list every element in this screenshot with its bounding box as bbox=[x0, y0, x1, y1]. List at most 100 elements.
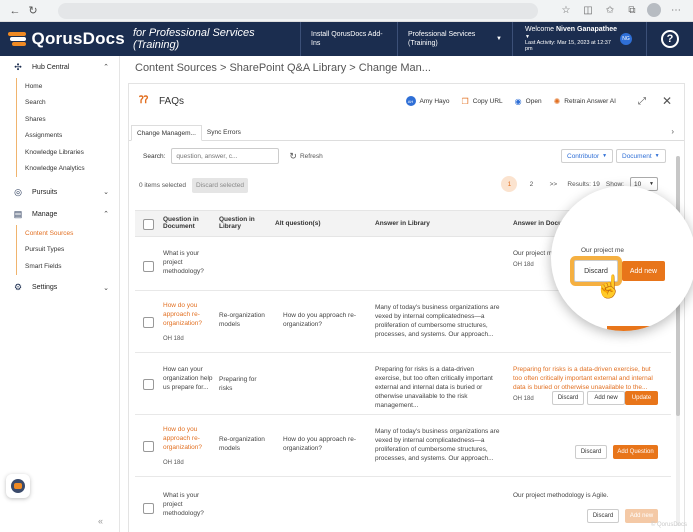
chevron-right-icon[interactable]: › bbox=[671, 127, 674, 136]
hand-cursor-icon: ☝ bbox=[595, 274, 623, 299]
sidebar-item-home[interactable]: Home bbox=[17, 78, 119, 95]
select-all-checkbox[interactable] bbox=[143, 219, 154, 230]
chevron-down-icon: ▼ bbox=[649, 181, 654, 187]
column-header[interactable]: Answer in Library bbox=[375, 220, 430, 227]
retrain-ai-button[interactable]: ✺ Retrain Answer AI bbox=[554, 97, 616, 106]
document-filter[interactable]: Document ▼ bbox=[616, 149, 666, 163]
sharepoint-icon: ◉ bbox=[514, 96, 522, 106]
sidebar-item-content-sources[interactable]: Content Sources bbox=[17, 225, 119, 242]
sidebar-item-search[interactable]: Search bbox=[17, 95, 119, 112]
address-bar[interactable] bbox=[58, 3, 538, 19]
results-count: Results: 19 bbox=[567, 180, 600, 188]
last-page-button[interactable]: >> bbox=[545, 176, 561, 192]
sidebar-item-knowledge-libraries[interactable]: Knowledge Libraries bbox=[17, 144, 119, 161]
sidebar-item-knowledge-analytics[interactable]: Knowledge Analytics bbox=[17, 161, 119, 178]
add-question-button[interactable]: Add Question bbox=[613, 445, 658, 459]
refresh-icon: ↻ bbox=[289, 150, 297, 161]
row-meta: OH 18d bbox=[163, 336, 184, 342]
alt-questions: How do you approach re-organization? bbox=[283, 312, 356, 328]
install-addins-link[interactable]: Install QorusDocs Add-Ins bbox=[301, 22, 397, 56]
split-screen-icon[interactable]: ◫ bbox=[581, 3, 595, 17]
row-checkbox[interactable] bbox=[143, 317, 154, 328]
more-icon[interactable]: ⋯ bbox=[669, 3, 683, 17]
sidebar-group-settings[interactable]: ⚙ Settings ⌄ bbox=[0, 277, 119, 299]
tab-bar: Change Managem... Sync Errors bbox=[129, 123, 684, 141]
table-row[interactable]: How do you approach re-organization? OH … bbox=[135, 415, 671, 477]
column-header[interactable]: Question in Library bbox=[219, 216, 269, 230]
refresh-label: Refresh bbox=[299, 152, 323, 160]
back-icon[interactable]: ← bbox=[6, 2, 24, 20]
copy-url-button[interactable]: ❐ Copy URL bbox=[462, 97, 503, 106]
sidebar-item-pursuit-types[interactable]: Pursuit Types bbox=[17, 242, 119, 259]
page-1-button[interactable]: 1 bbox=[501, 176, 518, 192]
retrain-label: Retrain Answer AI bbox=[564, 97, 616, 105]
discard-button[interactable]: Discard bbox=[587, 509, 619, 523]
sidebar-item-shares[interactable]: Shares bbox=[17, 111, 119, 128]
update-button[interactable]: Update bbox=[625, 391, 658, 405]
contributor-filter[interactable]: Contributor ▼ bbox=[561, 149, 614, 163]
expand-icon[interactable]: ⤢ bbox=[638, 96, 646, 107]
chevron-down-icon: ▼ bbox=[496, 35, 502, 42]
refresh-button[interactable]: ↻ Refresh bbox=[289, 151, 322, 162]
sidebar-item-assignments[interactable]: Assignments bbox=[17, 128, 119, 145]
logo-subtitle: for Professional Services (Training) bbox=[132, 27, 255, 51]
last-activity: Last Activity: Mar 15, 2023 at 12:37 pm bbox=[525, 40, 611, 52]
table-row[interactable]: How can your organization help us prepar… bbox=[135, 353, 671, 415]
workspace-selector[interactable]: Professional Services (Training) ▼ bbox=[398, 22, 512, 56]
page-2-button[interactable]: 2 bbox=[523, 176, 539, 192]
hub-central-submenu: Home Search Shares Assignments Knowledge… bbox=[16, 78, 119, 177]
sidebar-group-hub-central[interactable]: ✣ Hub Central ⌃ bbox=[0, 56, 119, 78]
favorites-list-icon[interactable]: ✩ bbox=[603, 3, 617, 17]
hub-icon: ✣ bbox=[14, 61, 22, 72]
search-input[interactable] bbox=[171, 148, 280, 164]
sidebar-group-manage[interactable]: ▤ Manage ⌃ bbox=[0, 203, 119, 225]
question-in-library: Re-organization models bbox=[219, 312, 265, 328]
open-button[interactable]: ◉ Open bbox=[515, 97, 542, 106]
tab-sync-errors[interactable]: Sync Errors bbox=[202, 124, 246, 140]
row-checkbox[interactable] bbox=[143, 441, 154, 452]
discard-button[interactable]: Discard bbox=[575, 445, 607, 459]
discard-selected-button[interactable]: Discard selected bbox=[191, 177, 249, 193]
browser-profile-avatar[interactable] bbox=[647, 3, 661, 17]
table-row[interactable]: What is your project methodology? Our pr… bbox=[135, 477, 671, 532]
user-avatar[interactable]: NG bbox=[620, 33, 632, 45]
sidebar: ✣ Hub Central ⌃ Home Search Shares Assig… bbox=[0, 56, 120, 532]
sidebar-group-pursuits[interactable]: ◎ Pursuits ⌄ bbox=[0, 181, 119, 203]
zoom-callout: Our project me Discard Add new ☝ bbox=[551, 186, 693, 331]
column-header[interactable]: Question in Document bbox=[163, 216, 223, 230]
reload-icon[interactable]: ↻ bbox=[24, 2, 42, 20]
copy-icon: ❐ bbox=[461, 96, 469, 106]
alt-questions: How do you approach re-organization? bbox=[283, 436, 356, 452]
question-in-document: How can your organization help us prepar… bbox=[163, 366, 213, 391]
answer-in-document: Preparing for risks is a data-driven exe… bbox=[513, 366, 653, 391]
answer-in-library: Many of today's business organizations a… bbox=[375, 304, 500, 338]
collections-icon[interactable]: ⧉ bbox=[625, 3, 639, 17]
callout-add-new-button[interactable]: Add new bbox=[622, 261, 665, 281]
add-new-button[interactable]: Add new bbox=[625, 509, 658, 523]
workspace-name: Professional Services (Training) bbox=[408, 31, 476, 47]
row-checkbox[interactable] bbox=[143, 379, 154, 390]
add-new-button[interactable]: Add new bbox=[587, 391, 625, 405]
chevron-up-icon: ⌃ bbox=[103, 211, 109, 218]
answer-in-library: Many of today's business organizations a… bbox=[375, 428, 500, 462]
assistant-launcher-icon[interactable] bbox=[6, 474, 30, 498]
close-icon[interactable]: ✕ bbox=[662, 94, 672, 108]
selected-count: 0 items selected bbox=[139, 181, 186, 189]
column-header[interactable]: Alt question(s) bbox=[275, 220, 321, 227]
sidebar-item-smart-fields[interactable]: Smart Fields bbox=[17, 258, 119, 275]
question-in-document[interactable]: How do you approach re-organization? bbox=[163, 425, 215, 452]
chevron-down-icon: ⌄ bbox=[103, 189, 109, 196]
question-in-document[interactable]: How do you approach re-organization? bbox=[163, 301, 215, 328]
row-checkbox[interactable] bbox=[143, 503, 154, 514]
favorite-icon[interactable]: ☆ bbox=[559, 3, 573, 17]
assignee-button[interactable]: AH Amy Hayo bbox=[405, 96, 450, 106]
help-icon[interactable]: ? bbox=[661, 30, 679, 48]
row-checkbox[interactable] bbox=[143, 261, 154, 272]
row-meta: OH 18d bbox=[163, 460, 184, 466]
faq-icon: ⁇ bbox=[139, 95, 149, 106]
app-logo[interactable]: QorusDocs for Professional Services (Tra… bbox=[0, 27, 300, 51]
discard-button[interactable]: Discard bbox=[552, 391, 584, 405]
collapse-sidebar-icon[interactable]: « bbox=[98, 516, 103, 526]
user-menu[interactable]: Welcome Niven Ganapathee ▼ Last Activity… bbox=[513, 26, 620, 52]
tab-change-management[interactable]: Change Managem... bbox=[131, 125, 202, 141]
